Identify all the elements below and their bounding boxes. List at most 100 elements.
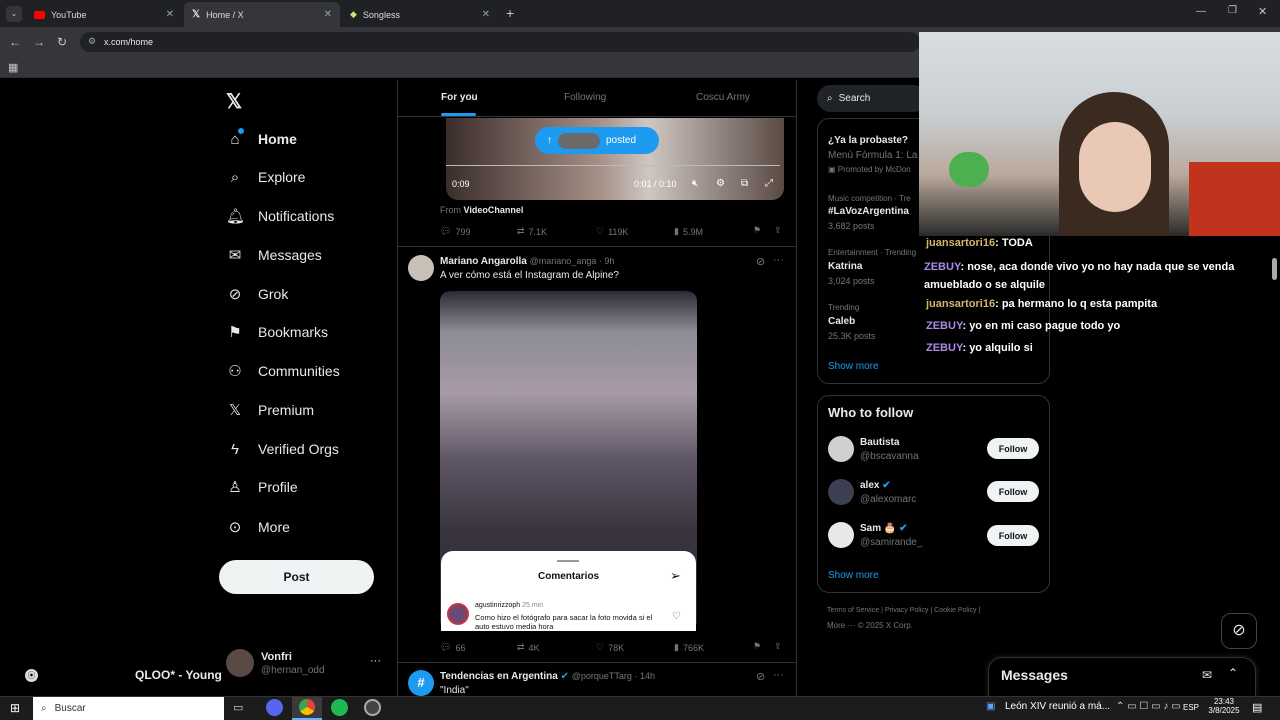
pip-icon[interactable]: ⧉ <box>741 178 748 189</box>
grok-icon[interactable]: ⊘ <box>756 670 765 683</box>
trend-title[interactable]: #LaVozArgentina <box>828 206 909 217</box>
sidebar-item-profile[interactable]: ♙ Profile <box>226 472 297 502</box>
grok-button[interactable]: ⊘ <box>1221 613 1257 649</box>
search-input[interactable]: ⌕ Search <box>817 85 927 112</box>
url-input[interactable]: ⚙ x.com/home <box>80 32 920 52</box>
avatar[interactable] <box>828 436 854 462</box>
tweet-author[interactable]: Tendencias en Argentina <box>440 671 558 682</box>
sidebar-item-premium[interactable]: 𝕏 Premium <box>226 395 314 425</box>
avatar[interactable] <box>828 522 854 548</box>
new-message-icon[interactable]: ✉ <box>1202 668 1212 682</box>
follow-handle[interactable]: @samirande_ <box>860 537 922 548</box>
grok-icon[interactable]: ⊘ <box>756 255 765 268</box>
restore-button[interactable]: ❐ <box>1228 5 1237 16</box>
language-indicator[interactable]: ESP <box>1183 703 1199 712</box>
follow-button[interactable]: Follow <box>987 525 1039 546</box>
reply-action[interactable]: 💬︎ 66 <box>440 642 465 653</box>
reload-icon[interactable]: ↻ <box>57 35 67 49</box>
footer-more-link[interactable]: More ··· <box>827 621 855 630</box>
sidebar-item-bookmarks[interactable]: ⚑ Bookmarks <box>226 317 328 347</box>
close-icon[interactable]: ✕ <box>324 9 332 20</box>
minimize-button[interactable]: — <box>1196 6 1206 17</box>
reply-action[interactable]: 💬︎ 799 <box>440 226 470 237</box>
sidebar-item-more[interactable]: ⊙ More <box>226 512 290 542</box>
tweet-handle[interactable]: @porqueTTarg <box>572 671 632 681</box>
mute-icon[interactable]: 🔇︎ <box>692 178 698 189</box>
follow-name[interactable]: alex ✔ <box>860 480 891 491</box>
cookie-link[interactable]: Cookie Policy <box>934 607 976 614</box>
close-window-button[interactable]: ✕ <box>1258 5 1267 18</box>
bookmark-icon[interactable]: ⚑ <box>753 225 761 236</box>
sidebar-item-verified-orgs[interactable]: ϟ Verified Orgs <box>226 434 339 464</box>
spotify-icon[interactable] <box>331 699 348 716</box>
apps-icon[interactable]: ▦ <box>8 61 18 74</box>
follow-button[interactable]: Follow <box>987 438 1039 459</box>
avatar[interactable] <box>408 255 434 281</box>
tab-search-icon[interactable]: ⌄ <box>6 6 22 22</box>
tab-for-you[interactable]: For you <box>441 92 478 103</box>
views-action[interactable]: ▮ 5.9M <box>674 226 703 237</box>
tab-coscu-army[interactable]: Coscu Army <box>696 92 750 103</box>
tab-youtube[interactable]: YouTube ✕ <box>26 2 182 27</box>
terms-link[interactable]: Terms of Service <box>827 607 879 614</box>
fullscreen-icon[interactable]: ⤢ <box>765 178 773 189</box>
video-progress[interactable] <box>446 165 780 166</box>
close-icon[interactable]: ✕ <box>166 9 174 20</box>
sidebar-item-messages[interactable]: ✉ Messages <box>226 240 322 270</box>
show-more-link[interactable]: Show more <box>828 570 879 581</box>
discord-icon[interactable] <box>266 699 283 716</box>
from-channel-link[interactable]: VideoChannel <box>464 205 524 215</box>
follow-name[interactable]: Sam 🎂 ✔ <box>860 523 908 534</box>
send-icon[interactable]: ➢ <box>670 568 681 584</box>
follow-button[interactable]: Follow <box>987 481 1039 502</box>
x-logo-icon[interactable]: 𝕏 <box>226 89 242 114</box>
like-action[interactable]: ♡ 78K <box>596 642 624 653</box>
forward-icon[interactable]: → <box>33 35 45 49</box>
privacy-link[interactable]: Privacy Policy <box>885 607 929 614</box>
sidebar-item-home[interactable]: ⌂ Home <box>226 124 296 154</box>
avatar[interactable] <box>226 649 254 677</box>
post-button[interactable]: Post <box>219 560 374 594</box>
tab-songless[interactable]: ◆ Songless ✕ <box>342 2 498 27</box>
expand-icon[interactable]: ⌃ <box>1228 666 1238 680</box>
follow-handle[interactable]: @bscavanna <box>860 451 919 462</box>
tray-icons[interactable]: ⌃ ▭ ☐ ▭ ♪ ▭ <box>1116 701 1181 712</box>
avatar[interactable] <box>828 479 854 505</box>
chrome-taskbar-button[interactable] <box>292 697 322 720</box>
bookmark-icon[interactable]: ⚑ <box>753 641 761 652</box>
retweet-action[interactable]: ⇄ 7.1K <box>517 226 547 237</box>
settings-icon[interactable]: ⚙ <box>716 178 725 189</box>
retweet-action[interactable]: ⇄ 4K <box>517 642 540 653</box>
tweet-time[interactable]: 14h <box>640 671 655 681</box>
back-icon[interactable]: ← <box>9 35 21 49</box>
sidebar-item-communities[interactable]: ⚇ Communities <box>226 356 339 386</box>
trend-title[interactable]: Caleb <box>828 316 855 327</box>
hashtag-avatar[interactable]: # <box>408 670 434 696</box>
views-action[interactable]: ▮ 766K <box>674 642 704 653</box>
sidebar-item-grok[interactable]: ⊘ Grok <box>226 279 289 309</box>
scrollbar-thumb[interactable] <box>1272 258 1277 280</box>
like-action[interactable]: ♡ 119K <box>596 226 628 237</box>
sidebar-item-explore[interactable]: ⌕ Explore <box>226 162 306 192</box>
share-icon[interactable]: ⇪ <box>774 641 782 652</box>
tweet-author[interactable]: Mariano Angarolla <box>440 256 527 267</box>
tweet-handle[interactable]: @mariano_anga <box>530 256 597 266</box>
close-icon[interactable]: ✕ <box>482 9 490 20</box>
site-info-icon[interactable]: ⚙ <box>88 36 96 47</box>
sidebar-item-notifications[interactable]: 🔔︎ Notifications <box>226 201 334 231</box>
avatar[interactable] <box>447 603 469 625</box>
tweet-time[interactable]: 9h <box>604 256 614 266</box>
account-more-icon[interactable]: ··· <box>370 655 381 667</box>
notification-center-icon[interactable]: ▤ <box>1252 701 1262 714</box>
show-more-link[interactable]: Show more <box>828 361 879 372</box>
tab-home-x[interactable]: 𝕏 Home / X ✕ <box>184 2 340 27</box>
taskbar-search-input[interactable]: ⌕ Buscar <box>33 697 224 720</box>
windows-start-icon[interactable]: ⊞ <box>10 701 20 715</box>
trend-title[interactable]: ¿Ya la probaste? <box>828 135 908 146</box>
posted-pill[interactable]: ↑ posted <box>535 127 659 154</box>
follow-name[interactable]: Bautista <box>860 437 899 448</box>
tweet-more-icon[interactable]: ··· <box>773 669 784 681</box>
news-ticker[interactable]: León XIV reunió a má... <box>1005 701 1110 712</box>
heart-icon[interactable]: ♡ <box>672 611 681 622</box>
new-tab-button[interactable]: + <box>506 5 514 21</box>
